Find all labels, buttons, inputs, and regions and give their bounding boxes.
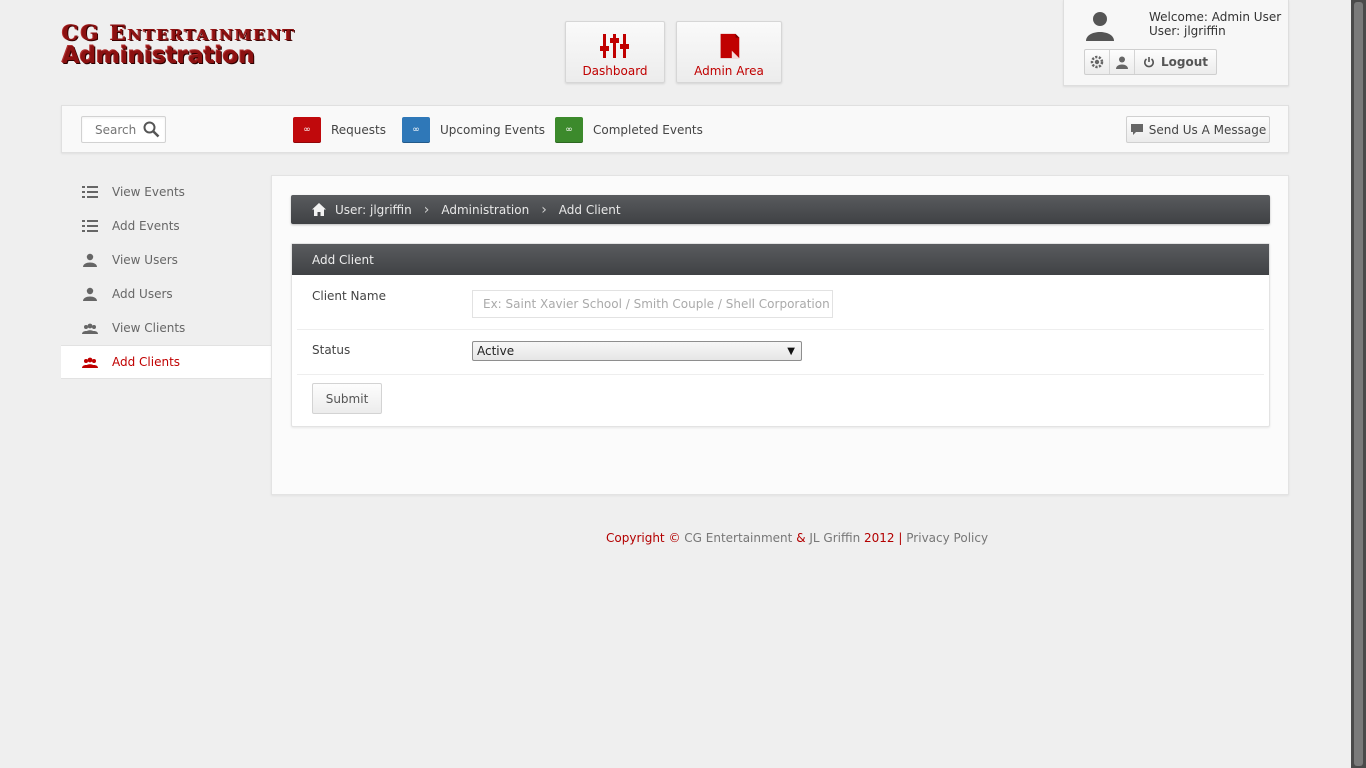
completed-events-link[interactable]: ∞ Completed Events (555, 117, 703, 143)
footer: Copyright © CG Entertainment & JL Griffi… (606, 531, 988, 545)
status-selected-value: Active (477, 344, 515, 358)
welcome-text: Welcome: Admin User (1149, 10, 1282, 24)
copyright-text: Copyright © (606, 531, 681, 545)
page-scrollbar[interactable] (1351, 0, 1366, 768)
username-text: User: jlgriffin (1149, 24, 1226, 38)
upcoming-count-badge: ∞ (402, 117, 430, 143)
status-select[interactable]: Active ▼ (472, 341, 802, 361)
client-name-input[interactable] (472, 290, 833, 318)
main-content: User: jlgriffin › Administration › Add C… (271, 175, 1289, 495)
ampersand: & (796, 531, 806, 545)
search-box (81, 116, 166, 143)
breadcrumb-section[interactable]: Administration (441, 203, 529, 217)
profile-button[interactable] (1110, 50, 1135, 74)
sidebar-item-view-clients[interactable]: View Clients (61, 311, 271, 345)
chat-bubble-icon (1130, 124, 1143, 135)
breadcrumb-user[interactable]: User: jlgriffin (335, 203, 412, 217)
breadcrumb-current: Add Client (558, 202, 621, 217)
logout-label: Logout (1160, 55, 1208, 69)
add-client-form: Add Client Client Name Status Active ▼ S… (291, 243, 1270, 427)
sliders-icon (600, 34, 629, 58)
document-icon (720, 33, 740, 59)
user-icon (81, 253, 99, 267)
copyright-year: 2012 (864, 531, 895, 545)
logout-button[interactable]: Logout (1135, 50, 1216, 74)
footer-separator: | (898, 531, 903, 545)
requests-link[interactable]: ∞ Requests (293, 117, 386, 143)
user-avatar-icon (1086, 12, 1114, 41)
status-label: Status (312, 343, 351, 357)
requests-count-badge: ∞ (293, 117, 321, 143)
upcoming-events-label: Upcoming Events (440, 123, 546, 137)
user-panel: Welcome: Admin User User: jlgriffin Logo… (1063, 0, 1289, 86)
dashboard-label: Dashboard (582, 64, 648, 78)
client-name-row: Client Name (297, 275, 1264, 330)
settings-button[interactable] (1085, 50, 1110, 74)
author-name: JL Griffin (809, 531, 861, 545)
completed-events-label: Completed Events (593, 123, 703, 137)
sidebar-item-label: View Clients (112, 321, 186, 335)
group-icon (81, 322, 99, 334)
toolbar: ∞ Requests ∞ Upcoming Events ∞ Completed… (61, 105, 1289, 153)
send-message-button[interactable]: Send Us A Message (1126, 116, 1270, 143)
sidebar-item-view-events[interactable]: View Events (61, 175, 271, 209)
user-icon (1116, 56, 1128, 69)
company-name: CG Entertainment (684, 531, 793, 545)
breadcrumb: User: jlgriffin › Administration › Add C… (291, 195, 1270, 224)
upcoming-events-link[interactable]: ∞ Upcoming Events (402, 117, 545, 143)
admin-area-button[interactable]: Admin Area (676, 21, 782, 83)
sidebar-item-label: View Users (112, 253, 178, 267)
power-icon (1144, 57, 1154, 68)
dropdown-arrow-icon: ▼ (787, 345, 795, 357)
dashboard-button[interactable]: Dashboard (565, 21, 665, 83)
completed-count-badge: ∞ (555, 117, 583, 143)
chevron-right-icon: › (541, 201, 547, 218)
sidebar-item-add-users[interactable]: Add Users (61, 277, 271, 311)
sidebar-item-view-users[interactable]: View Users (61, 243, 271, 277)
gear-icon (1090, 55, 1104, 69)
privacy-policy-link[interactable]: Privacy Policy (906, 531, 988, 545)
status-row: Status Active ▼ (297, 330, 1264, 375)
requests-label: Requests (331, 123, 386, 137)
chevron-right-icon: › (423, 201, 430, 218)
logo-company-name: CG Entertainment (62, 20, 297, 45)
client-name-label: Client Name (312, 289, 386, 303)
scrollbar-thumb[interactable] (1354, 2, 1363, 766)
sidebar-item-label: Add Clients (112, 355, 181, 369)
sidebar-item-add-clients[interactable]: Add Clients (61, 345, 273, 379)
user-info: Welcome: Admin User User: jlgriffin (1149, 10, 1281, 38)
sidebar-nav: View Events Add Events View Users Add Us… (61, 175, 273, 379)
search-input[interactable] (82, 117, 137, 142)
submit-button[interactable]: Submit (312, 383, 382, 414)
list-icon (81, 220, 99, 232)
group-icon (81, 356, 99, 368)
sidebar-item-label: Add Events (112, 219, 180, 233)
home-icon[interactable] (311, 202, 327, 217)
logo-subtitle: Administration (62, 43, 255, 69)
sidebar-item-label: View Events (112, 185, 185, 199)
form-title: Add Client (292, 244, 1269, 275)
user-actions-group: Logout (1084, 49, 1217, 75)
admin-area-label: Admin Area (694, 64, 764, 78)
search-icon[interactable] (143, 121, 160, 138)
send-message-label: Send Us A Message (1148, 122, 1267, 137)
user-icon (81, 287, 99, 301)
list-icon (81, 186, 99, 198)
site-logo[interactable]: CG Entertainment Administration (62, 20, 432, 80)
sidebar-item-add-events[interactable]: Add Events (61, 209, 271, 243)
sidebar-item-label: Add Users (112, 287, 173, 301)
